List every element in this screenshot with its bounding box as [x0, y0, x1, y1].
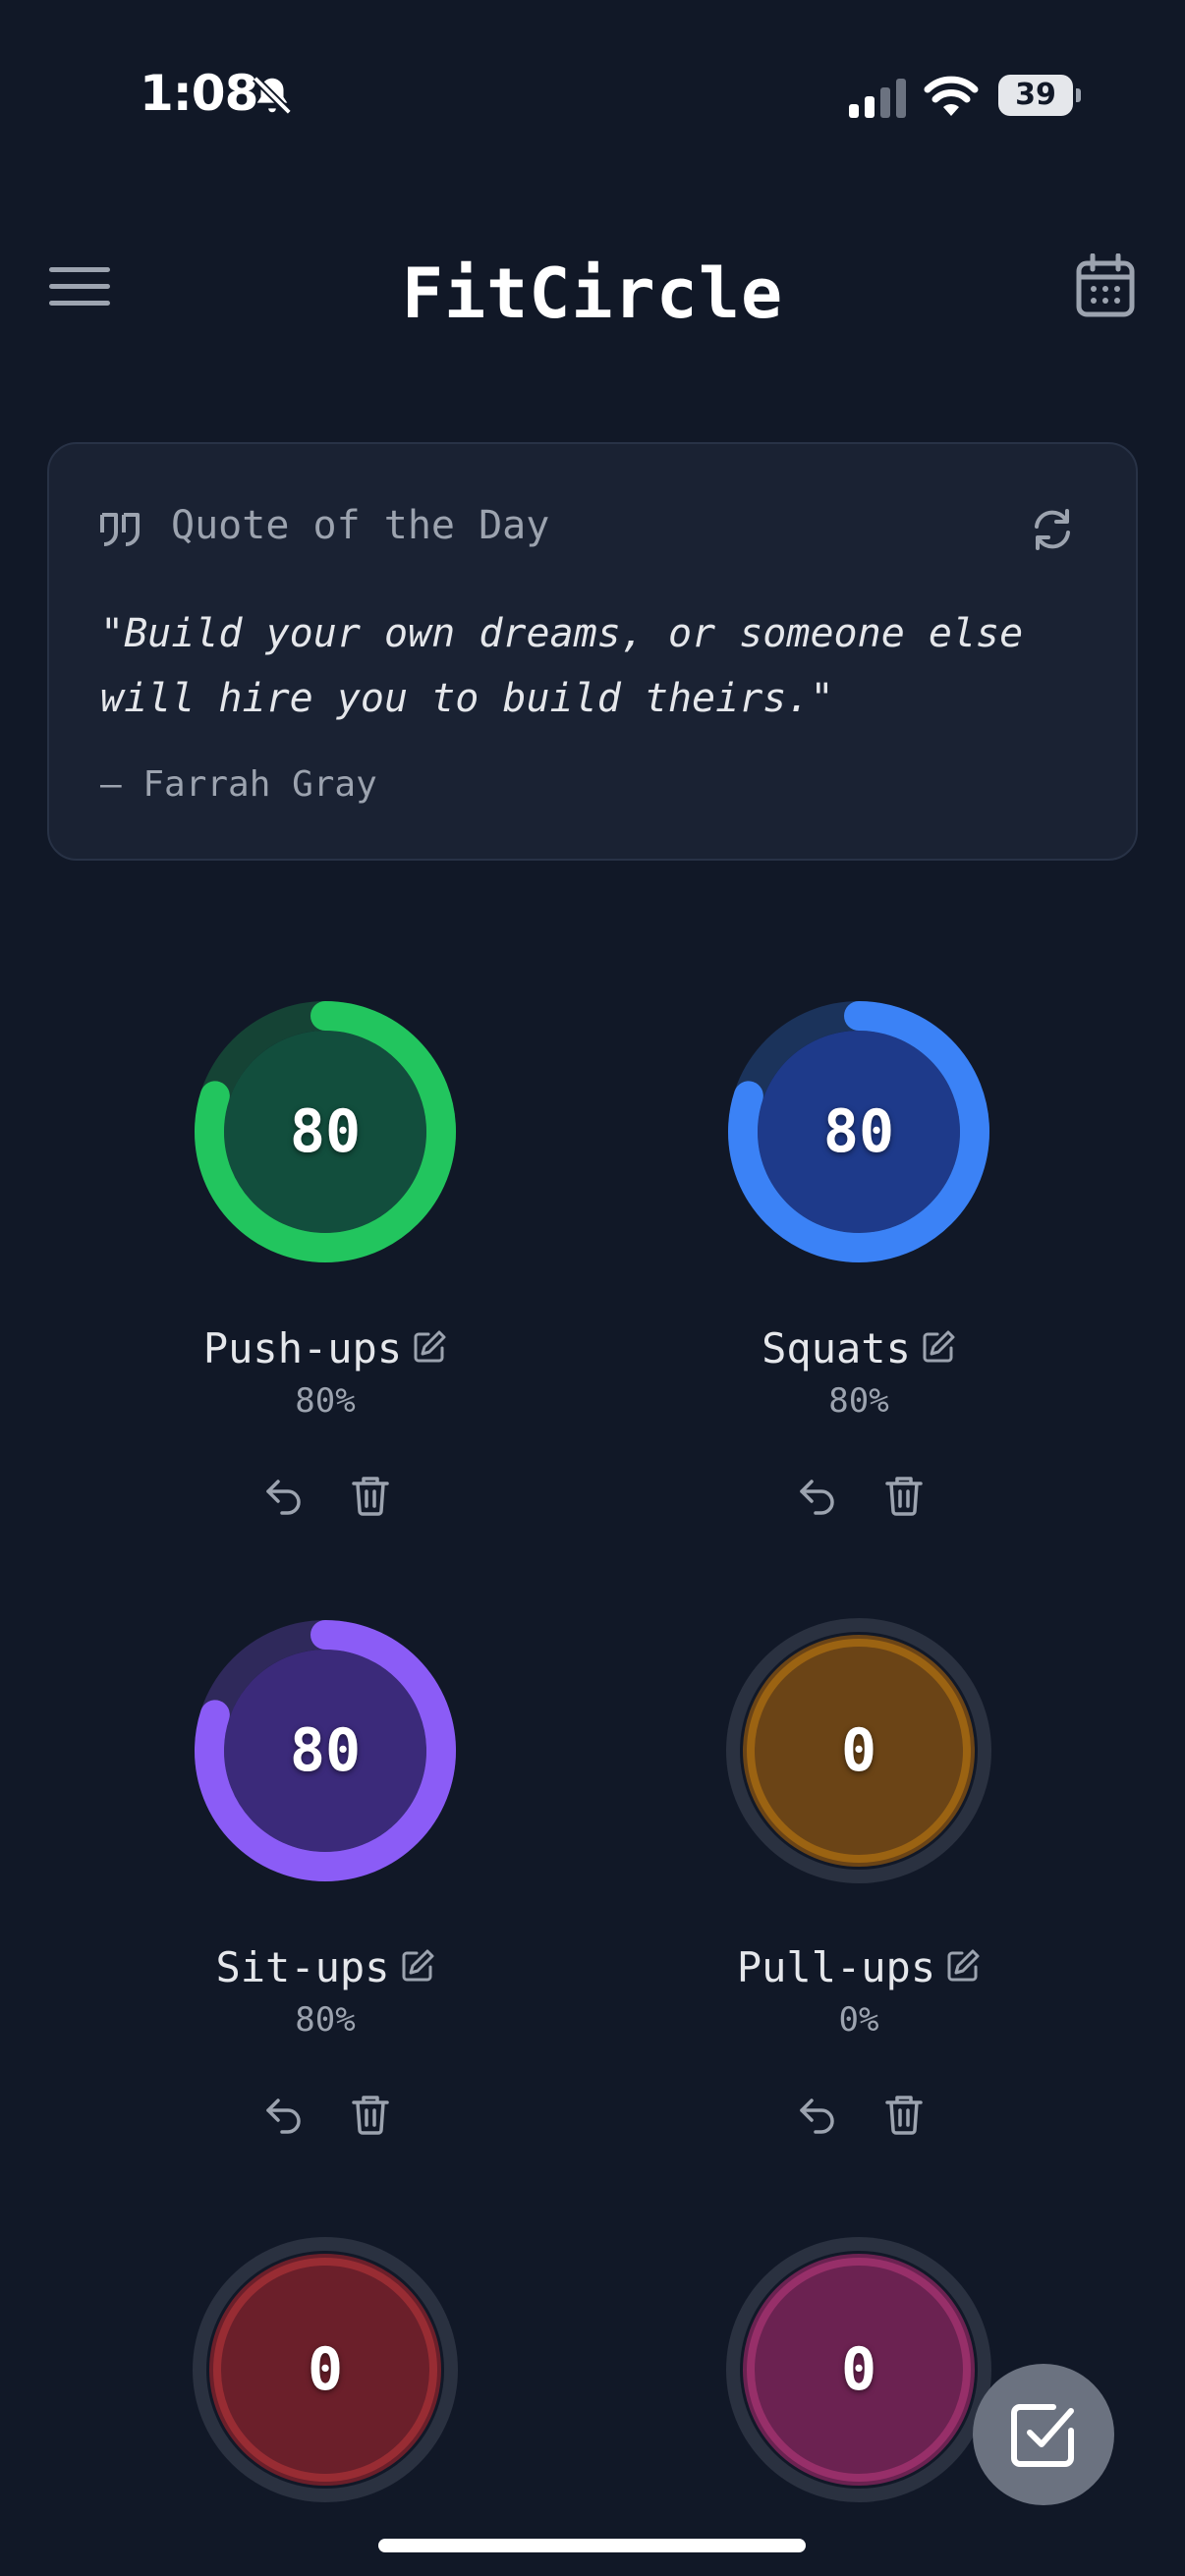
edit-icon[interactable] [412, 1329, 447, 1365]
exercise-count: 0 [307, 2335, 344, 2404]
status-time: 1:08 [140, 65, 258, 122]
exercise-ring[interactable]: 0 [711, 2222, 1006, 2517]
wifi-icon [924, 76, 979, 116]
exercise-count: 80 [289, 1097, 362, 1166]
exercise-count: 0 [840, 1716, 877, 1785]
bell-muted-icon [253, 76, 292, 115]
trash-icon[interactable] [882, 2093, 926, 2136]
exercise-name-row: Sit-ups [99, 1943, 551, 1991]
exercise-ring[interactable]: 0 [711, 1603, 1006, 1898]
exercise-percent: 80% [295, 2000, 356, 2040]
exercise-percent: 80% [295, 1381, 356, 1421]
home-indicator[interactable] [378, 2539, 806, 2552]
quote-text: "Build your own dreams, or someone else … [100, 611, 1024, 721]
battery-level: 39 [1015, 78, 1056, 112]
complete-day-button[interactable] [973, 2364, 1114, 2505]
edit-icon[interactable] [945, 1948, 981, 1984]
checkbox-icon [1011, 2404, 1074, 2467]
battery-indicator: 39 [998, 75, 1081, 116]
quote-icon [100, 513, 140, 546]
exercise-name-row: Squats [633, 1324, 1085, 1372]
edit-icon[interactable] [400, 1948, 435, 1984]
exercise-name: Pull-ups [736, 1943, 936, 1991]
quote-author: — Farrah Gray [100, 764, 377, 805]
calendar-icon[interactable] [1075, 253, 1136, 318]
exercise-count: 80 [289, 1716, 362, 1785]
exercise-ring[interactable]: 80 [178, 1603, 473, 1898]
undo-icon[interactable] [262, 1474, 306, 1517]
exercise-count: 0 [840, 2335, 877, 2404]
exercise-percent: 80% [828, 1381, 889, 1421]
exercise-ring[interactable]: 80 [178, 984, 473, 1279]
trash-icon[interactable] [349, 1474, 392, 1517]
exercise-name: Sit-ups [215, 1943, 390, 1991]
exercise-name: Push-ups [202, 1324, 403, 1372]
undo-icon[interactable] [262, 2093, 306, 2136]
exercise-name-row: Push-ups [99, 1324, 551, 1372]
quote-heading: Quote of the Day [171, 503, 550, 548]
exercise-name-row: Pull-ups [633, 1943, 1085, 1991]
quote-card: Quote of the Day "Build your own dreams,… [47, 442, 1138, 861]
exercise-ring[interactable]: 80 [711, 984, 1006, 1279]
app-title: FitCircle [401, 253, 784, 334]
refresh-icon[interactable] [1028, 505, 1077, 554]
exercise-ring[interactable]: 0 [178, 2222, 473, 2517]
trash-icon[interactable] [882, 1474, 926, 1517]
exercise-percent: 0% [838, 2000, 879, 2040]
trash-icon[interactable] [349, 2093, 392, 2136]
undo-icon[interactable] [796, 2093, 839, 2136]
exercise-name: Squats [762, 1324, 911, 1372]
cellular-signal-icon [849, 79, 906, 118]
edit-icon[interactable] [921, 1329, 956, 1365]
undo-icon[interactable] [796, 1474, 839, 1517]
exercise-count: 80 [822, 1097, 895, 1166]
